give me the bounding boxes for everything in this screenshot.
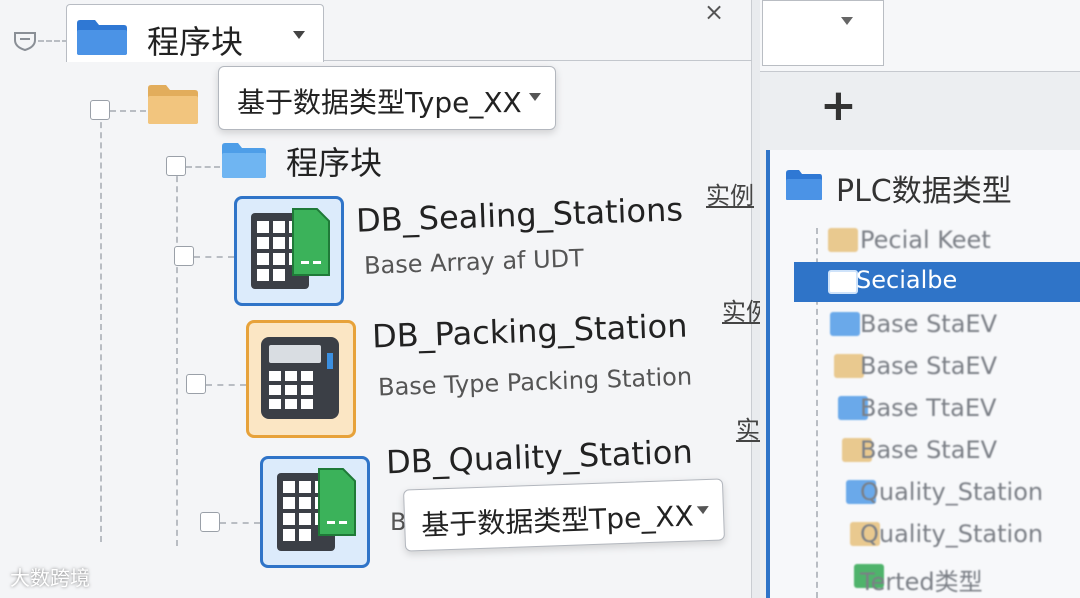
block-name[interactable]: DB_Quality_Station	[385, 433, 693, 482]
collapse-node-icon[interactable]	[12, 30, 38, 52]
tree-node-toggle[interactable]	[186, 374, 206, 394]
block-name[interactable]: DB_Packing_Station	[371, 307, 688, 356]
folder-icon	[828, 270, 858, 294]
chevron-down-icon[interactable]	[293, 31, 305, 39]
instance-link[interactable]: 实例	[706, 176, 754, 211]
tree-node-toggle[interactable]	[166, 156, 186, 176]
chevron-down-icon	[696, 505, 710, 515]
plc-datatype-list: PLC数据类型 Pecial Keet Secialbe Base StaEV …	[766, 150, 1080, 598]
data-block-grid-icon	[260, 456, 370, 568]
folder-icon	[148, 85, 198, 124]
folder-icon	[830, 312, 860, 336]
folder-icon	[828, 228, 858, 252]
folder-icon	[786, 170, 822, 200]
list-item[interactable]: Base StaEV	[798, 348, 1080, 388]
folder-icon	[77, 20, 127, 55]
plc-datatypes-panel: + PLC数据类型 Pecial Keet Secialbe Base StaE…	[760, 0, 1080, 598]
datatype-dropdown[interactable]: 基于数据类型Type_XX	[218, 66, 556, 130]
list-item[interactable]: Quality_Station	[798, 516, 1080, 556]
section-title: PLC数据类型	[836, 174, 1012, 209]
list-item[interactable]: Base StaEV	[798, 432, 1080, 472]
block-description: Base Array af UDT	[363, 244, 585, 280]
tab-program-blocks[interactable]: 程序块	[66, 4, 324, 62]
add-button[interactable]: +	[820, 84, 857, 128]
datatype-dropdown-value: 基于数据类型Tpe_XX	[420, 499, 695, 542]
chevron-down-icon	[529, 93, 541, 101]
tree-node-toggle[interactable]	[174, 246, 194, 266]
right-toolbar	[760, 0, 1080, 72]
data-block-grid-icon	[234, 196, 344, 306]
list-item[interactable]: Base TtaEV	[798, 390, 1080, 430]
block-description: Base Type Packing Station	[377, 362, 693, 402]
view-dropdown[interactable]	[762, 0, 884, 66]
tab-title: 程序块	[147, 23, 244, 61]
list-item[interactable]: Pecial Keet	[798, 222, 1080, 262]
block-name[interactable]: DB_Sealing_Stations	[355, 190, 683, 239]
watermark: 大数跨境	[10, 566, 90, 590]
chevron-down-icon	[841, 17, 853, 25]
list-item[interactable]: Terted类型	[798, 558, 1080, 598]
datatype-dropdown[interactable]: 基于数据类型Tpe_XX	[403, 478, 725, 552]
list-item[interactable]: Quality_Station	[798, 474, 1080, 514]
subfolder-label: 程序块	[286, 144, 383, 182]
calculator-block-icon	[246, 320, 356, 438]
close-icon[interactable]: ×	[704, 0, 724, 24]
datatype-dropdown-value: 基于数据类型Type_XX	[237, 86, 522, 119]
folder-icon	[222, 143, 266, 178]
tree-node-toggle[interactable]	[200, 512, 220, 532]
list-item[interactable]: Base StaEV	[798, 306, 1080, 346]
project-tree-panel: 程序块 × 基于数据类型Type_XX 程序块 DB_Sealing_Stati…	[0, 0, 784, 598]
tree-node-toggle[interactable]	[90, 100, 110, 120]
list-item[interactable]: Secialbe	[794, 262, 1080, 302]
